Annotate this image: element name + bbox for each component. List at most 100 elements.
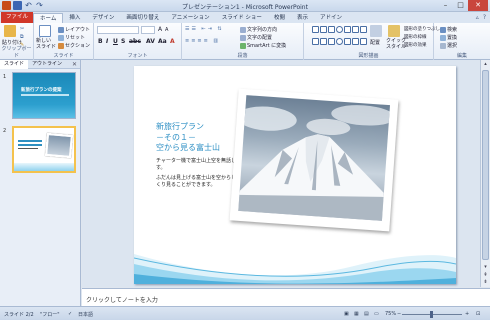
thumb2-title-line2 xyxy=(18,144,42,146)
scroll-thumb[interactable] xyxy=(482,70,489,260)
drawing-group: 配置 クイック スタイル 図形の塗りつぶし 図形の枠線 図形の効果 図形描画 xyxy=(304,23,440,60)
new-slide-button[interactable]: 新しい スライド xyxy=(36,38,56,50)
tab-slideshow[interactable]: スライド ショー xyxy=(216,13,268,23)
font-size-box[interactable] xyxy=(141,26,155,34)
quick-styles-button[interactable]: クイック スタイル xyxy=(386,38,406,50)
new-slide-icon[interactable] xyxy=(39,25,51,37)
slide-sorter-icon[interactable]: ▦ xyxy=(354,311,359,317)
shape-rect-icon[interactable] xyxy=(312,26,319,33)
language-indicator[interactable]: 日本語 xyxy=(78,311,93,318)
text-align-button[interactable]: 文字の配置 xyxy=(240,34,272,41)
zoom-level[interactable]: 75% xyxy=(385,311,396,317)
slide-wave-decoration xyxy=(134,254,456,284)
tab-addins[interactable]: アドイン xyxy=(314,13,348,23)
section-button[interactable]: セクション xyxy=(58,42,90,49)
slide-title[interactable]: 新旅行プラン －その１－ 空から見る富士山 xyxy=(156,122,220,154)
zoom-out-icon[interactable]: − xyxy=(397,311,401,317)
list-icons[interactable]: ☰☰ ⇤⇥ ⇅ xyxy=(185,26,224,32)
shape-triangle-icon[interactable] xyxy=(344,26,351,33)
arrange-icon[interactable] xyxy=(370,25,382,37)
tab-view[interactable]: 表示 xyxy=(291,13,314,23)
strikethrough-icon[interactable]: abc xyxy=(129,38,141,45)
zoom-slider-knob[interactable] xyxy=(430,311,433,318)
find-icon xyxy=(440,26,446,33)
select-button[interactable]: 選択 xyxy=(440,42,457,49)
mount-fuji-photo[interactable] xyxy=(229,88,399,232)
cut-icon[interactable]: ✂ xyxy=(20,26,24,32)
tab-home[interactable]: ホーム xyxy=(33,13,64,23)
find-button[interactable]: 検索 xyxy=(440,26,457,33)
reading-view-icon[interactable]: ▤ xyxy=(364,311,369,317)
tab-design[interactable]: デザイン xyxy=(86,13,120,23)
shape-callout-icon[interactable] xyxy=(360,26,367,33)
reset-button[interactable]: リセット xyxy=(58,34,85,41)
slide-body-text[interactable]: チャーター機で富士山上空を無話します。 ふだんは見上げる富士山を空からじっくり見… xyxy=(156,158,242,192)
font-name-box[interactable] xyxy=(97,26,139,34)
next-slide-icon[interactable]: ⇟ xyxy=(482,279,489,286)
tab-review[interactable]: 校閲 xyxy=(268,13,291,23)
tab-transitions[interactable]: 画面切り替え xyxy=(120,13,165,23)
shape-arrow2-icon[interactable] xyxy=(328,37,335,45)
change-case-icon[interactable]: Aa xyxy=(158,38,167,45)
tab-outline[interactable]: アウトライン xyxy=(28,60,66,69)
shape-outline-button[interactable]: 図形の枠線 xyxy=(404,34,427,40)
shrink-font-icon[interactable]: A xyxy=(165,27,168,33)
layout-button[interactable]: レイアウト xyxy=(58,26,90,33)
font-group: A A B I U S abc AV Aa A フォント xyxy=(94,23,182,60)
align-icons[interactable]: ≡≡≡≡ ▥ xyxy=(185,38,220,44)
tab-animations[interactable]: アニメーション xyxy=(165,13,215,23)
minimize-button[interactable]: – xyxy=(438,0,453,11)
slide-thumbnail-1[interactable]: 新旅行プランの提案 xyxy=(12,72,76,119)
shape-heart-icon[interactable] xyxy=(352,37,359,45)
font-color-icon[interactable]: A xyxy=(170,38,175,45)
theme-name[interactable]: "フロー" xyxy=(40,311,60,318)
current-slide[interactable]: 新旅行プラン －その１－ 空から見る富士山 チャーター機で富士山上空を無話します… xyxy=(134,66,456,284)
grow-font-icon[interactable]: A xyxy=(158,26,162,33)
shape-brace-icon[interactable] xyxy=(344,37,351,45)
shadow-icon[interactable]: S xyxy=(121,38,125,45)
spacing-icon[interactable]: AV xyxy=(146,38,155,45)
copy-icon[interactable]: ⧉ xyxy=(20,34,24,40)
zoom-in-icon[interactable]: + xyxy=(465,311,469,317)
shapes-gallery[interactable] xyxy=(312,26,367,48)
prev-slide-icon[interactable]: ⇞ xyxy=(482,272,489,279)
tab-insert[interactable]: 挿入 xyxy=(63,13,86,23)
shape-line-icon[interactable] xyxy=(320,26,327,33)
spellcheck-icon[interactable]: ✓ xyxy=(68,311,72,317)
notes-pane[interactable]: クリックしてノートを入力 xyxy=(82,288,490,306)
ribbon-collapse-icon[interactable]: ▵ xyxy=(476,14,479,21)
italic-icon[interactable]: I xyxy=(106,38,108,45)
shape-oval-icon[interactable] xyxy=(336,26,343,33)
paste-icon[interactable] xyxy=(4,25,16,37)
help-icon[interactable]: ? xyxy=(483,14,486,21)
fit-slide-icon[interactable]: ⊡ xyxy=(476,311,480,317)
tab-slides[interactable]: スライド xyxy=(0,59,29,69)
quick-styles-icon[interactable] xyxy=(388,25,400,37)
scroll-down-icon[interactable]: ▾ xyxy=(482,264,489,271)
shape-line2-icon[interactable] xyxy=(320,37,327,45)
normal-view-icon[interactable]: ▣ xyxy=(344,311,349,317)
shape-effects-button[interactable]: 図形の効果 xyxy=(404,42,427,48)
underline-icon[interactable]: U xyxy=(113,38,118,45)
arrange-button[interactable]: 配置 xyxy=(370,39,380,46)
smartart-button[interactable]: SmartArt に変換 xyxy=(240,42,286,49)
ribbon: 貼り付け ✂ ⧉ ✎ クリップボード 新しい スライド レイアウト リセット セ… xyxy=(0,23,490,60)
replace-button[interactable]: 置換 xyxy=(440,34,457,41)
tab-file[interactable]: ファイル xyxy=(1,12,34,23)
mount-fuji-image xyxy=(238,95,391,221)
close-button[interactable]: ✕ xyxy=(468,0,488,11)
vertical-scrollbar[interactable]: ▴ ▾ ⇞ ⇟ xyxy=(480,60,490,287)
shape-oval2-icon[interactable] xyxy=(336,37,343,45)
shape-rect2-icon[interactable] xyxy=(312,37,319,45)
shape-star-icon[interactable] xyxy=(352,26,359,33)
editing-group: 検索 置換 選択 編集 xyxy=(434,23,490,60)
shape-more-icon[interactable] xyxy=(360,37,367,45)
shape-arrow-icon[interactable] xyxy=(328,26,335,33)
scroll-up-icon[interactable]: ▴ xyxy=(482,61,489,68)
maximize-button[interactable]: □ xyxy=(453,0,468,11)
close-pane-icon[interactable]: ✕ xyxy=(72,61,77,68)
slide-thumbnail-2[interactable] xyxy=(12,126,76,173)
bold-icon[interactable]: B xyxy=(98,38,103,45)
slideshow-view-icon[interactable]: ▭ xyxy=(374,311,379,317)
text-direction-button[interactable]: 文字列の方向 xyxy=(240,26,277,33)
